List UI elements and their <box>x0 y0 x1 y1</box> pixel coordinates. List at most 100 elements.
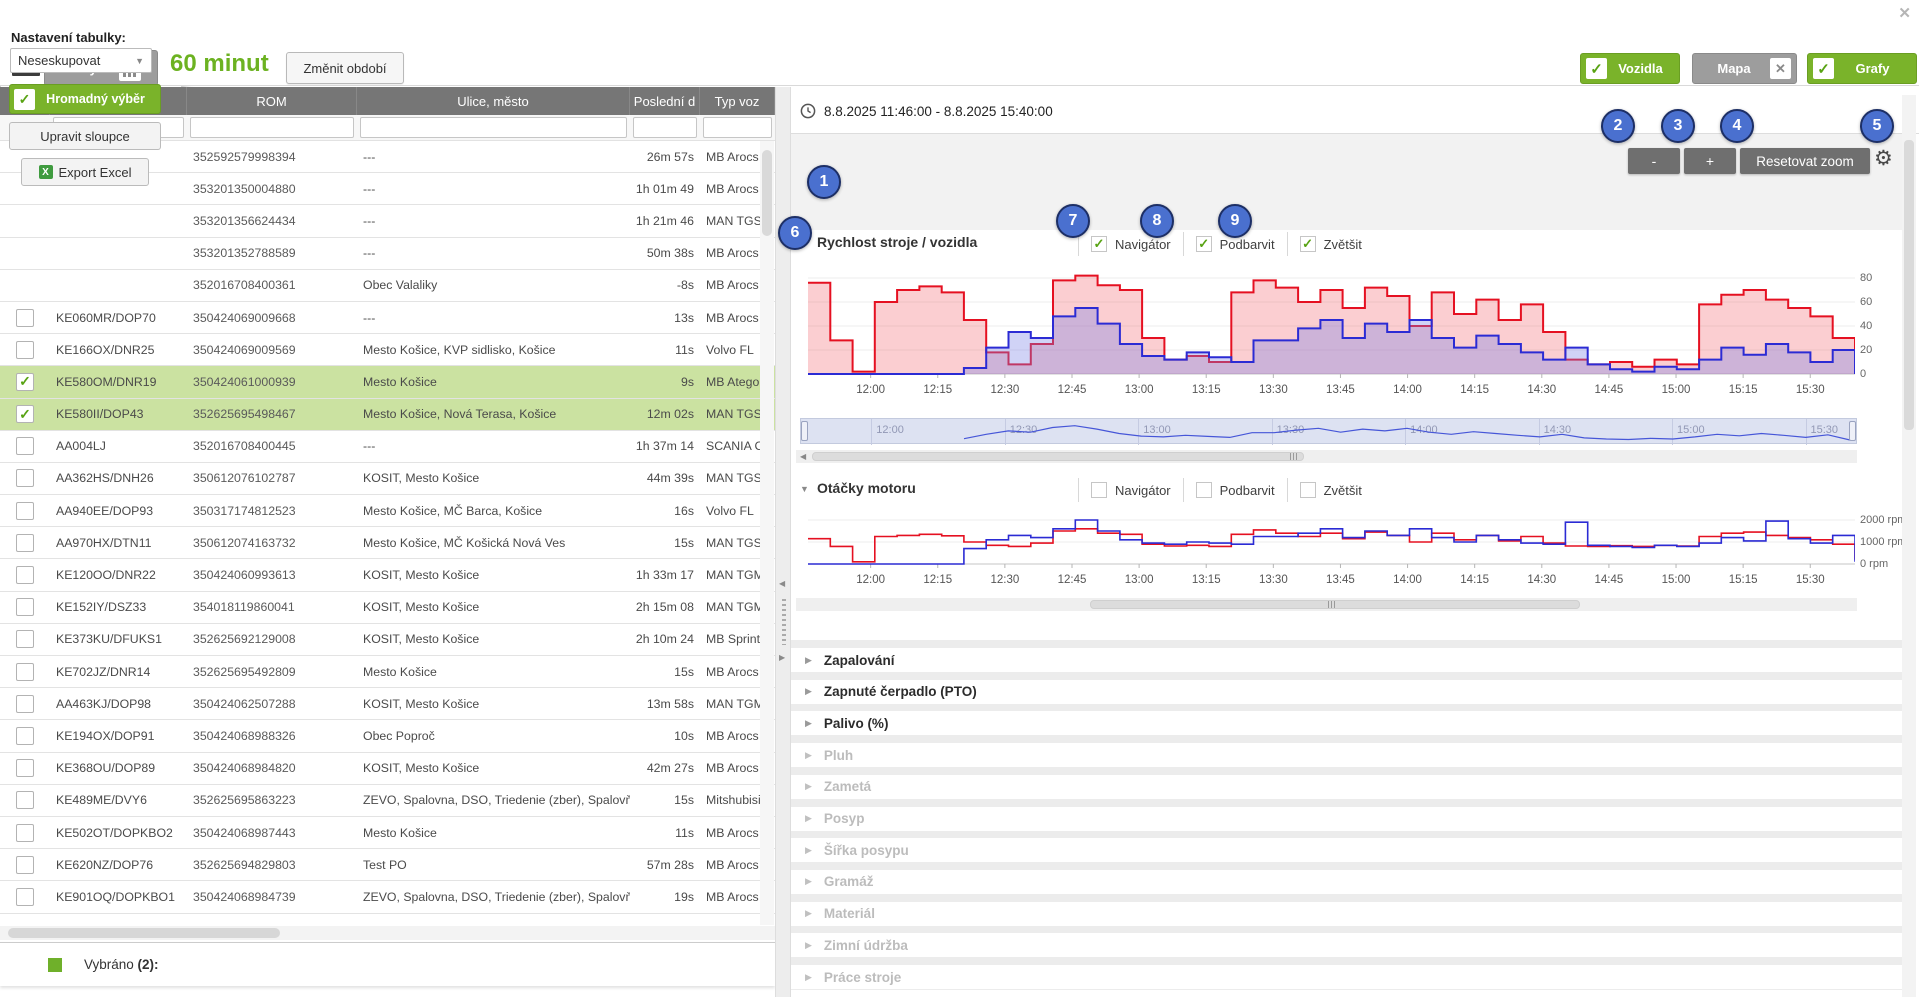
table-row[interactable]: KE368OU/DOP89350424068984820KOSIT, Mesto… <box>0 753 775 785</box>
splitter-grip[interactable] <box>782 599 786 645</box>
vozidla-toggle-button[interactable]: ✓ Vozidla <box>1580 53 1680 84</box>
chart2-scrollbar[interactable] <box>796 598 1857 611</box>
unchecked-checkbox[interactable] <box>1196 482 1212 498</box>
section-header[interactable]: ▶Gramáž <box>791 870 1902 894</box>
section-header[interactable]: ▶Zapnuté čerpadlo (PTO) <box>791 680 1902 704</box>
row-checkbox[interactable] <box>16 888 34 906</box>
table-row[interactable]: KE502OT/DOPKBO2350424068987443Mesto Koši… <box>0 817 775 849</box>
section-header[interactable]: ▶Zapalování <box>791 648 1902 672</box>
panel-vertical-scrollbar-thumb[interactable] <box>1904 140 1914 430</box>
section-header[interactable]: ▶Práce stroje <box>791 965 1902 989</box>
navigator-right-handle[interactable] <box>1849 421 1856 441</box>
checked-checkbox[interactable]: ✓ <box>1196 236 1212 252</box>
table-horizontal-scrollbar-thumb[interactable] <box>8 928 280 938</box>
row-checkbox[interactable] <box>16 309 34 327</box>
row-checkbox[interactable] <box>16 695 34 713</box>
column-header-rom[interactable]: ROM <box>187 87 357 115</box>
column-header-type[interactable]: Typ voz <box>700 87 775 115</box>
grafy-toggle-button[interactable]: ✓ Grafy <box>1807 53 1917 84</box>
table-row[interactable]: KE580OM/DNR19350424061000939Mesto Košice… <box>0 366 775 398</box>
bulk-select-button[interactable]: ✓ Hromadný výběr <box>9 84 161 114</box>
section-header[interactable]: ▶Zametá <box>791 775 1902 799</box>
chart-toggle[interactable]: Podbarvit <box>1183 478 1287 502</box>
chart1-scrollbar[interactable]: ◀ <box>796 450 1857 463</box>
row-checkbox[interactable] <box>16 630 34 648</box>
table-vertical-scrollbar[interactable] <box>760 141 774 925</box>
chart-navigator[interactable]: 12:0012:3013:0013:3014:0014:3015:0015:30 <box>800 418 1857 444</box>
row-checkbox[interactable] <box>16 502 34 520</box>
export-excel-button[interactable]: X Export Excel <box>21 158 149 186</box>
table-row[interactable]: KE901OQ/DOPKBO1350424068984739ZEVO, Spal… <box>0 881 775 913</box>
chart-settings-gear-icon[interactable]: ⚙ <box>1874 146 1893 171</box>
table-row[interactable]: KE152IY/DSZ33354018119860041KOSIT, Mesto… <box>0 592 775 624</box>
table-row[interactable]: KE120OO/DNR22350424060993613KOSIT, Mesto… <box>0 559 775 591</box>
chart-toggle[interactable]: ✓Zvětšit <box>1287 232 1374 256</box>
table-row[interactable]: 353201356624434---1h 21m 46MAN TGS <box>0 205 775 237</box>
table-row[interactable]: KE166OX/DNR25350424069009569Mesto Košice… <box>0 334 775 366</box>
row-checkbox[interactable] <box>16 566 34 584</box>
table-row[interactable]: AA970HX/DTN11350612074163732Mesto Košice… <box>0 527 775 559</box>
zoom-in-button[interactable]: + <box>1684 148 1736 174</box>
row-checkbox[interactable] <box>16 469 34 487</box>
zoom-out-button[interactable]: - <box>1628 148 1680 174</box>
grouping-select[interactable]: Neseskupovat ▼ <box>10 48 152 73</box>
section-header[interactable]: ▶Materiál <box>791 902 1902 926</box>
edit-columns-button[interactable]: Upravit sloupce <box>9 122 161 150</box>
checked-checkbox[interactable]: ✓ <box>1091 236 1107 252</box>
rpm-chart[interactable] <box>808 510 1855 572</box>
row-checkbox[interactable] <box>16 341 34 359</box>
change-period-button[interactable]: Změnit období <box>286 52 404 84</box>
mapa-toggle-button[interactable]: Mapa ✕ <box>1692 53 1797 84</box>
section-header[interactable]: ▶Palivo (%) <box>791 711 1902 735</box>
table-row[interactable]: KE580II/DOP43352625695498467Mesto Košice… <box>0 399 775 431</box>
row-checkbox[interactable] <box>16 856 34 874</box>
row-checkbox[interactable] <box>16 824 34 842</box>
column-header-street[interactable]: Ulice, město <box>357 87 630 115</box>
row-checkbox[interactable] <box>16 373 34 391</box>
section-header[interactable]: ▶Zimní údržba <box>791 933 1902 957</box>
chart-toggle[interactable]: Zvětšit <box>1287 478 1374 502</box>
section-header[interactable]: ▶Šířka posypu <box>791 838 1902 862</box>
row-checkbox[interactable] <box>16 791 34 809</box>
row-checkbox[interactable] <box>16 727 34 745</box>
table-row[interactable]: 353201352788589---50m 38sMB Arocs <box>0 238 775 270</box>
table-row[interactable]: AA004LJ352016708400445---1h 37m 14SCANIA… <box>0 431 775 463</box>
table-row[interactable]: KE489ME/DVY6352625695863223ZEVO, Spalovn… <box>0 785 775 817</box>
reset-zoom-button[interactable]: Resetovat zoom <box>1740 148 1870 174</box>
table-row[interactable]: AA463KJ/DOP98350424062507288KOSIT, Mesto… <box>0 688 775 720</box>
chart2-collapse-icon[interactable]: ▼ <box>800 484 809 494</box>
table-row[interactable]: KE194OX/DOP91350424068988326Obec Poproč1… <box>0 720 775 752</box>
table-row[interactable]: 352016708400361Obec Valaliky-8sMB Arocs <box>0 270 775 302</box>
unchecked-checkbox[interactable] <box>1091 482 1107 498</box>
table-row[interactable]: KE373KU/DFUKS1352625692129008KOSIT, Mest… <box>0 624 775 656</box>
section-header[interactable]: ▶Pluh <box>791 743 1902 767</box>
collapse-right-icon[interactable]: ▶ <box>779 653 785 662</box>
row-checkbox[interactable] <box>16 663 34 681</box>
table-row[interactable]: KE620NZ/DOP76352625694829803Test PO57m 2… <box>0 849 775 881</box>
row-checkbox[interactable] <box>16 534 34 552</box>
table-row[interactable]: KE702JZ/DNR14352625695492809Mesto Košice… <box>0 656 775 688</box>
unchecked-checkbox[interactable] <box>1300 482 1316 498</box>
speed-chart[interactable] <box>808 266 1855 380</box>
filter-street-input[interactable] <box>360 117 627 138</box>
collapse-left-icon[interactable]: ◀ <box>779 579 785 588</box>
row-checkbox[interactable] <box>16 759 34 777</box>
popup-close-icon[interactable]: ✕ <box>1898 4 1911 22</box>
filter-last-input[interactable] <box>633 117 697 138</box>
filter-rom-input[interactable] <box>190 117 354 138</box>
chart-toggle[interactable]: Navigátor <box>1078 478 1183 502</box>
section-header[interactable]: ▶Posyp <box>791 807 1902 831</box>
row-checkbox[interactable] <box>16 405 34 423</box>
row-checkbox[interactable] <box>16 437 34 455</box>
scrollbar-thumb[interactable] <box>812 452 1304 461</box>
table-row[interactable]: AA362HS/DNH26350612076102787KOSIT, Mesto… <box>0 463 775 495</box>
checked-checkbox[interactable]: ✓ <box>1300 236 1316 252</box>
table-row[interactable]: AA940EE/DOP93350317174812523Mesto Košice… <box>0 495 775 527</box>
row-checkbox[interactable] <box>16 598 34 616</box>
table-row[interactable]: KE060MR/DOP70350424069009668---13sMB Aro… <box>0 302 775 334</box>
scroll-left-icon[interactable]: ◀ <box>800 452 806 461</box>
table-vertical-scrollbar-thumb[interactable] <box>762 150 772 236</box>
navigator-left-handle[interactable] <box>801 421 808 441</box>
filter-type-input[interactable] <box>703 117 772 138</box>
chart-toggle[interactable]: ✓Navigátor <box>1078 232 1183 256</box>
